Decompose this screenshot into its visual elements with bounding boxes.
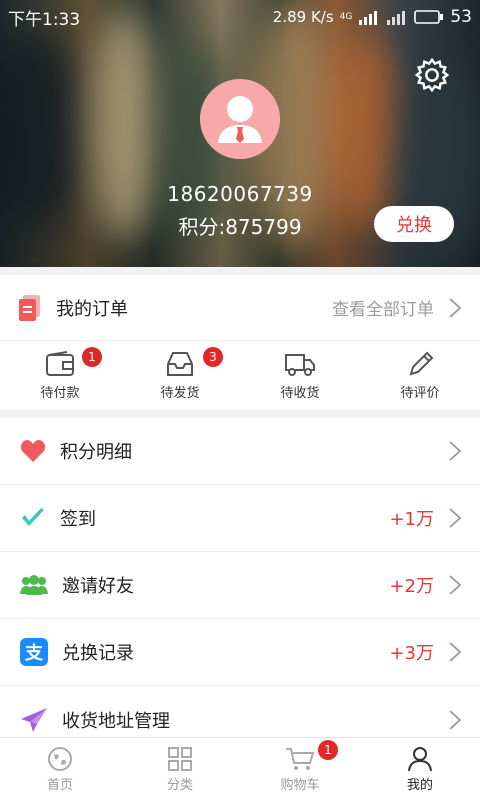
- menu-item-label: 兑换记录: [62, 643, 134, 664]
- heart-icon: [20, 440, 46, 462]
- menu-item-value: +2万: [389, 576, 434, 597]
- orders-card: 我的订单 查看全部订单 1 待付款 3 待发货 待收货 待评价: [0, 275, 480, 410]
- menu-item-value: +3万: [389, 643, 434, 664]
- wallet-icon: [46, 351, 74, 376]
- pending-payment-badge: 1: [82, 347, 102, 367]
- bottom-tab-bar: 首页 分类 1 购物车 我的: [0, 737, 480, 800]
- settings-gear-icon[interactable]: [413, 56, 451, 94]
- chevron-right-icon: [449, 642, 462, 662]
- order-status-pending-review[interactable]: 待评价: [360, 341, 480, 410]
- menu-item-points-detail[interactable]: 积分明细: [0, 418, 480, 485]
- grid-icon: [168, 746, 192, 771]
- battery-level: 53: [450, 7, 472, 27]
- order-status-label: 待收货: [280, 386, 320, 401]
- signal-icon: [359, 11, 378, 25]
- order-list-icon: [19, 294, 40, 321]
- tab-home[interactable]: 首页: [0, 738, 120, 800]
- menu-list: 积分明细 签到 +1万 邀请好友 +2万 支 兑换记录 +3万 收货地址管理: [0, 418, 480, 753]
- order-status-pending-payment[interactable]: 1 待付款: [0, 341, 120, 410]
- chevron-right-icon: [449, 709, 462, 730]
- menu-item-label: 邀请好友: [62, 576, 134, 597]
- my-orders-row[interactable]: 我的订单 查看全部订单: [0, 275, 480, 341]
- menu-item-exchange-records[interactable]: 支 兑换记录 +3万: [0, 619, 480, 686]
- signal-icon-2: [387, 11, 406, 25]
- tab-label: 首页: [46, 777, 73, 793]
- exchange-button[interactable]: 兑换: [374, 206, 454, 242]
- tab-category[interactable]: 分类: [120, 738, 240, 800]
- network-speed: 2.89 K/s: [272, 8, 334, 26]
- tab-label: 我的: [406, 777, 433, 793]
- order-status-pending-shipment[interactable]: 3 待发货: [120, 341, 240, 410]
- profile-header: 下午1:33 2.89 K/s 4G 53 18620067739 积分:875…: [0, 0, 480, 267]
- menu-item-invite-friends[interactable]: 邀请好友 +2万: [0, 552, 480, 619]
- order-status-label: 待付款: [40, 386, 80, 401]
- chevron-right-icon: [449, 508, 462, 528]
- user-avatar-icon: [200, 79, 280, 159]
- chevron-right-icon: [449, 297, 462, 318]
- menu-item-sign-in[interactable]: 签到 +1万: [0, 485, 480, 552]
- alipay-icon: 支: [20, 638, 48, 666]
- order-status-pending-receipt[interactable]: 待收货: [240, 341, 360, 410]
- paper-plane-icon: [21, 707, 47, 732]
- pencil-icon: [409, 351, 434, 376]
- order-status-label: 待发货: [160, 386, 200, 401]
- menu-item-label: 签到: [60, 509, 96, 530]
- phone-number: 18620067739: [167, 182, 313, 206]
- globe-icon: [48, 746, 72, 771]
- chevron-right-icon: [449, 441, 462, 461]
- tab-label: 分类: [166, 777, 193, 793]
- order-status-bar: 1 待付款 3 待发货 待收货 待评价: [0, 341, 480, 410]
- friends-icon: [20, 575, 48, 595]
- cart-badge: 1: [318, 740, 338, 760]
- tab-mine[interactable]: 我的: [360, 738, 480, 800]
- battery-icon: [414, 10, 444, 24]
- view-all-orders-link[interactable]: 查看全部订单: [332, 295, 434, 320]
- user-icon: [408, 746, 432, 771]
- chevron-right-icon: [449, 575, 462, 595]
- cart-icon: [286, 747, 315, 770]
- inbox-icon: [167, 352, 193, 376]
- order-status-label: 待评价: [400, 386, 440, 401]
- menu-item-value: +1万: [389, 509, 434, 530]
- menu-item-label: 收货地址管理: [62, 710, 170, 732]
- avatar[interactable]: [200, 79, 280, 159]
- network-type: 4G: [339, 12, 353, 22]
- tab-cart[interactable]: 1 购物车: [240, 738, 360, 800]
- my-orders-title: 我的订单: [56, 298, 128, 320]
- truck-icon: [285, 354, 315, 376]
- menu-item-label: 积分明细: [60, 442, 132, 463]
- check-icon: [22, 508, 44, 526]
- status-time: 下午1:33: [8, 9, 81, 30]
- svg-text:支: 支: [24, 642, 44, 664]
- tab-label: 购物车: [280, 777, 320, 793]
- status-bar: 下午1:33 2.89 K/s 4G 53: [0, 0, 480, 34]
- pending-shipment-badge: 3: [203, 347, 223, 367]
